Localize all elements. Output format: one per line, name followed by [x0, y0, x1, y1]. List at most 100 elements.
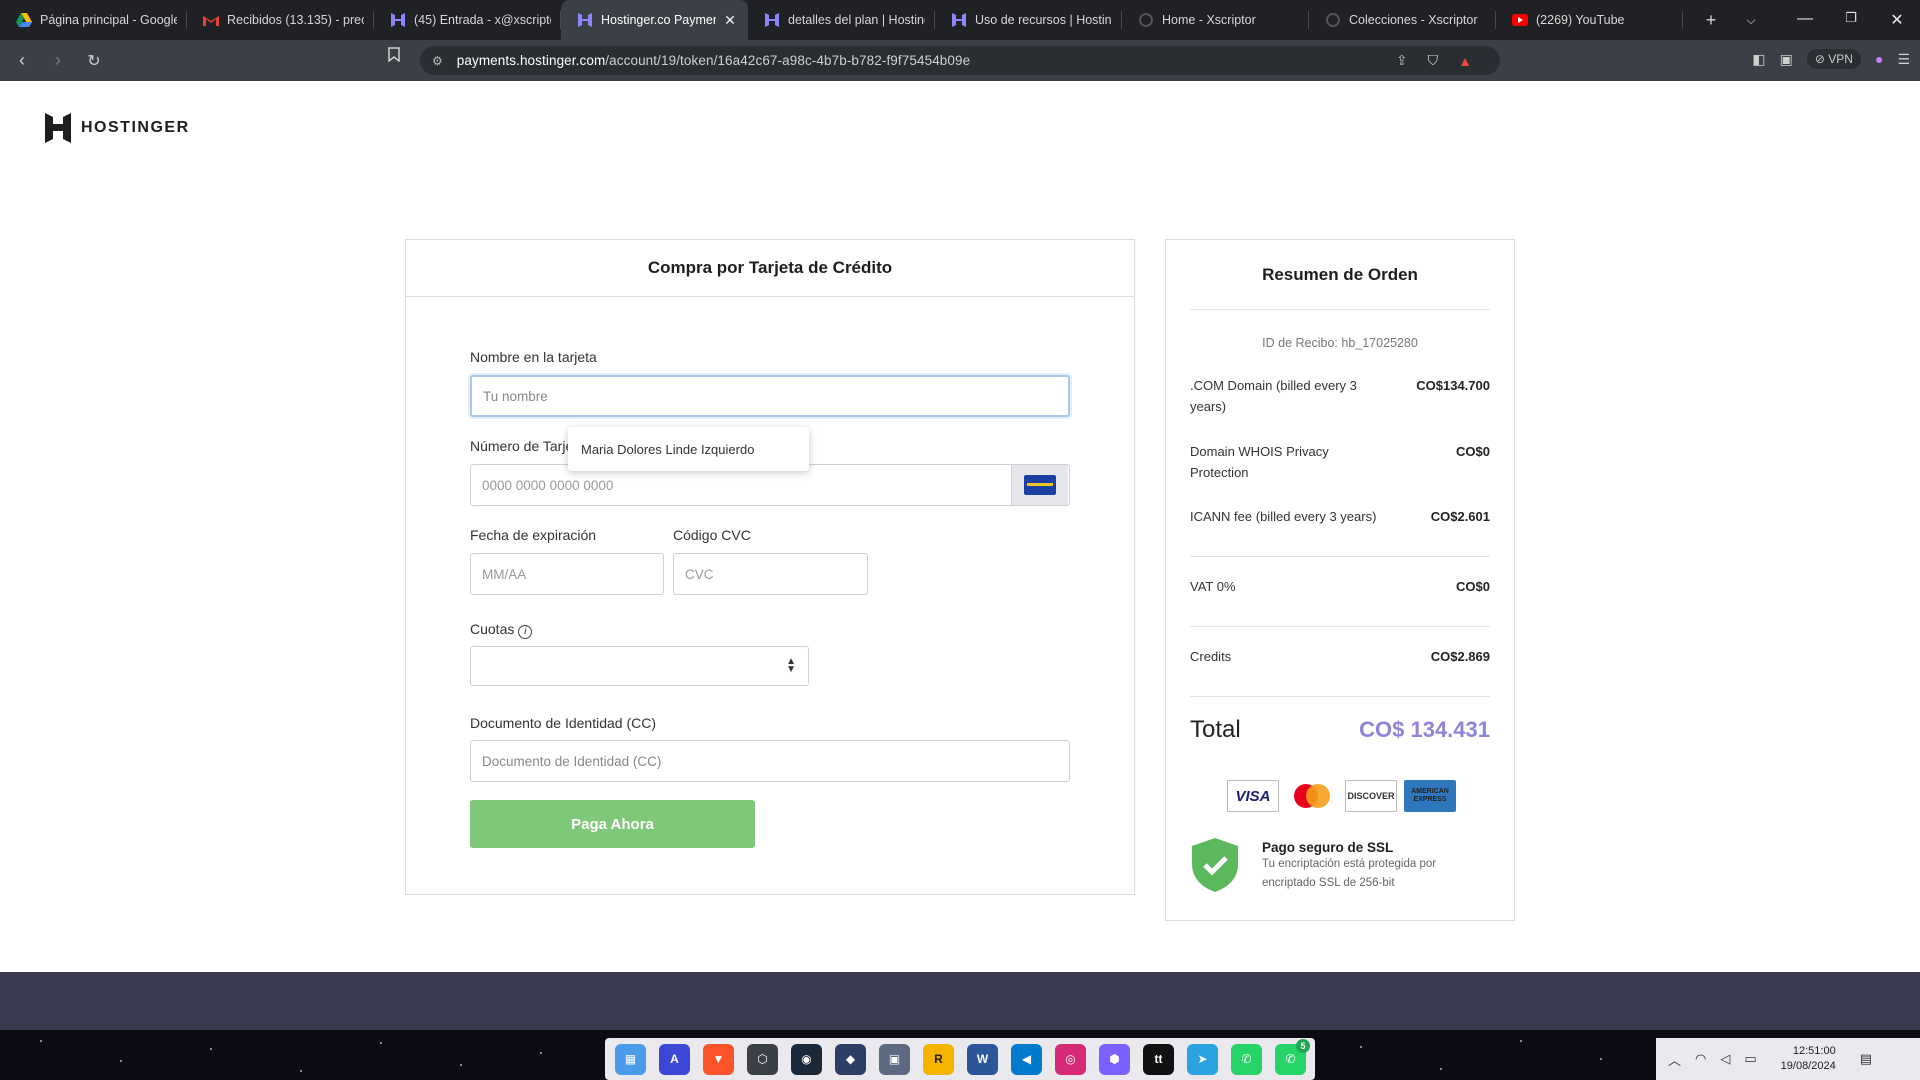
discover-logo: DISCOVER [1345, 780, 1397, 812]
line-item: .COM Domain (billed every 3 years) CO$134… [1190, 378, 1490, 414]
shield-check-icon [1192, 838, 1238, 892]
wifi-icon[interactable]: ◠ [1695, 1051, 1706, 1067]
browser-tab-strip: Página principal - Google Recibidos (13.… [0, 0, 1920, 40]
tab-title: Home - Xscriptor [1162, 13, 1256, 27]
whatsapp-icon[interactable]: ✆ [1231, 1043, 1262, 1075]
tab-youtube[interactable]: (2269) YouTube [1496, 0, 1683, 40]
visa-logo: VISA [1227, 780, 1279, 812]
tab-search-icon[interactable]: ⌵ [1731, 13, 1771, 28]
clock[interactable]: 12:51:00 19/08/2024 [1781, 1044, 1836, 1074]
hostinger-logo[interactable]: HOSTINGER [45, 113, 190, 143]
start-menu-icon[interactable]: ▦ [615, 1043, 646, 1075]
order-summary-card: Resumen de Orden ID de Recibo: hb_170252… [1165, 239, 1515, 921]
telegram-icon[interactable]: ➤ [1187, 1043, 1218, 1075]
hostinger-icon [390, 12, 406, 28]
vat-line: VAT 0% CO$0 [1190, 579, 1490, 594]
taskbar-dock: ▦ A ▼ ⬡ ◉ ◆ ▣ R W ◀ ◎ ⬢ tt ➤ ✆ ✆ 5 [605, 1038, 1315, 1080]
installments-select[interactable]: ▲ ▼ [470, 646, 809, 686]
installments-label: Cuotas i [470, 621, 533, 639]
share-icon[interactable]: ⇪ [1396, 52, 1408, 69]
total-label: Total [1190, 716, 1241, 743]
url-text[interactable]: payments.hostinger.com/account/19/token/… [457, 53, 970, 68]
minimize-icon[interactable]: — [1782, 10, 1828, 30]
notifications-icon[interactable]: ▤ [1860, 1051, 1872, 1067]
receipt-id: ID de Recibo: hb_17025280 [1262, 336, 1418, 350]
expiration-input[interactable]: MM/AA [470, 553, 664, 595]
leo-ai-icon[interactable]: ● [1875, 51, 1883, 67]
tab-title: Hostinger.co Paymen [601, 13, 716, 27]
expiration-label: Fecha de expiración [470, 527, 597, 543]
instagram-icon[interactable]: ◎ [1055, 1043, 1086, 1075]
tab-title: (45) Entrada - x@xscripto [414, 13, 551, 27]
tab-title: detalles del plan | Hosting [788, 13, 925, 27]
word-icon[interactable]: W [967, 1043, 998, 1075]
rockstar-launcher-icon[interactable]: R [923, 1043, 954, 1075]
tiktok-icon[interactable]: tt [1143, 1043, 1174, 1075]
tab-title: Recibidos (13.135) - preci [227, 13, 364, 27]
tab-title: Página principal - Google [40, 13, 177, 27]
whatsapp-business-icon[interactable]: ✆ 5 [1275, 1038, 1310, 1075]
id-document-input[interactable]: Documento de Identidad (CC) [470, 740, 1070, 782]
card-number-label: Número de Tarje [470, 438, 574, 454]
tab-plan-details[interactable]: detalles del plan | Hosting [748, 0, 935, 40]
gmail-icon [203, 12, 219, 28]
app-icon[interactable]: ⬡ [747, 1043, 778, 1075]
pay-now-button[interactable]: Paga Ahora [470, 800, 755, 848]
menu-icon[interactable]: ☰ [1897, 51, 1910, 68]
tab-xscriptor-collections[interactable]: Colecciones - Xscriptor [1309, 0, 1496, 40]
payment-form-card: Compra por Tarjeta de Crédito Nombre en … [405, 239, 1135, 895]
card-name-input[interactable]: Tu nombre [470, 375, 1070, 417]
summary-title: Resumen de Orden [1262, 265, 1418, 284]
tab-google[interactable]: Página principal - Google [0, 0, 187, 40]
divider [1190, 626, 1490, 627]
bookmark-icon[interactable] [388, 47, 400, 65]
close-window-icon[interactable]: ✕ [1874, 10, 1920, 30]
new-tab-icon[interactable]: + [1691, 10, 1731, 31]
virtualbox-icon[interactable]: ▣ [879, 1043, 910, 1075]
wallet-icon[interactable]: ▣ [1780, 51, 1793, 68]
tab-resources[interactable]: Uso de recursos | Hosting [935, 0, 1122, 40]
tab-title: Colecciones - Xscriptor [1349, 13, 1478, 27]
forward-arrow-icon[interactable]: › [44, 47, 72, 75]
xscriptor-icon [1325, 12, 1341, 28]
hostinger-icon [577, 12, 593, 28]
total-value: CO$ 134.431 [1359, 717, 1490, 742]
address-bar[interactable]: ⚙ payments.hostinger.com/account/19/toke… [420, 46, 1500, 75]
steam-icon[interactable]: ◉ [791, 1043, 822, 1075]
back-arrow-icon[interactable]: ‹ [8, 47, 36, 75]
vscode-insiders-icon[interactable]: ◆ [835, 1043, 866, 1075]
app-launcher-icon[interactable]: A [659, 1043, 690, 1075]
brave-shields-icon[interactable]: ⛉ [1428, 52, 1439, 69]
cvc-input[interactable]: CVC [673, 553, 868, 595]
app-icon[interactable]: ⬢ [1099, 1043, 1130, 1075]
sidebar-toggle-icon[interactable]: ◧ [1752, 51, 1765, 68]
line-item: Domain WHOIS Privacy Protection CO$0 [1190, 444, 1490, 480]
vpn-button[interactable]: ⊘ VPN [1806, 49, 1861, 69]
google-drive-icon [16, 12, 32, 28]
tab-title: (2269) YouTube [1536, 13, 1625, 27]
volume-icon[interactable]: ◁ [1720, 1051, 1730, 1067]
ssl-badge: Pago seguro de SSL Tu encriptación está … [1190, 836, 1452, 894]
hostinger-icon [951, 12, 967, 28]
select-arrows-icon: ▲ ▼ [786, 656, 796, 675]
battery-icon[interactable]: ▭ [1744, 1051, 1756, 1067]
brave-browser-icon[interactable]: ▼ [703, 1043, 734, 1075]
chevron-up-icon[interactable]: ︿ [1668, 1050, 1681, 1069]
autofill-suggestion[interactable]: Maria Dolores Linde Izquierdo [568, 427, 809, 471]
taskbar: ▦ A ▼ ⬡ ◉ ◆ ▣ R W ◀ ◎ ⬢ tt ➤ ✆ ✆ 5 ︿ ◠ ◁ … [0, 1030, 1920, 1080]
divider [1190, 556, 1490, 557]
system-tray: ︿ ◠ ◁ ▭ 12:51:00 19/08/2024 ▤ [1656, 1038, 1920, 1080]
tab-hostinger-payment[interactable]: Hostinger.co Paymen ✕ [561, 0, 748, 40]
restore-icon[interactable]: ❐ [1828, 10, 1874, 30]
brave-rewards-icon[interactable]: ▲ [1458, 53, 1472, 69]
tab-gmail[interactable]: Recibidos (13.135) - preci [187, 0, 374, 40]
reload-icon[interactable]: ↻ [80, 47, 108, 75]
site-settings-icon[interactable]: ⚙ [432, 54, 443, 68]
tab-entrada[interactable]: (45) Entrada - x@xscripto [374, 0, 561, 40]
close-tab-icon[interactable]: ✕ [722, 12, 738, 29]
credits-line: Credits CO$2.869 [1190, 649, 1490, 664]
info-icon[interactable]: i [518, 625, 533, 639]
tab-xscriptor-home[interactable]: Home - Xscriptor [1122, 0, 1309, 40]
amex-logo: AMERICAN EXPRESS [1404, 780, 1456, 812]
vscode-icon[interactable]: ◀ [1011, 1043, 1042, 1075]
